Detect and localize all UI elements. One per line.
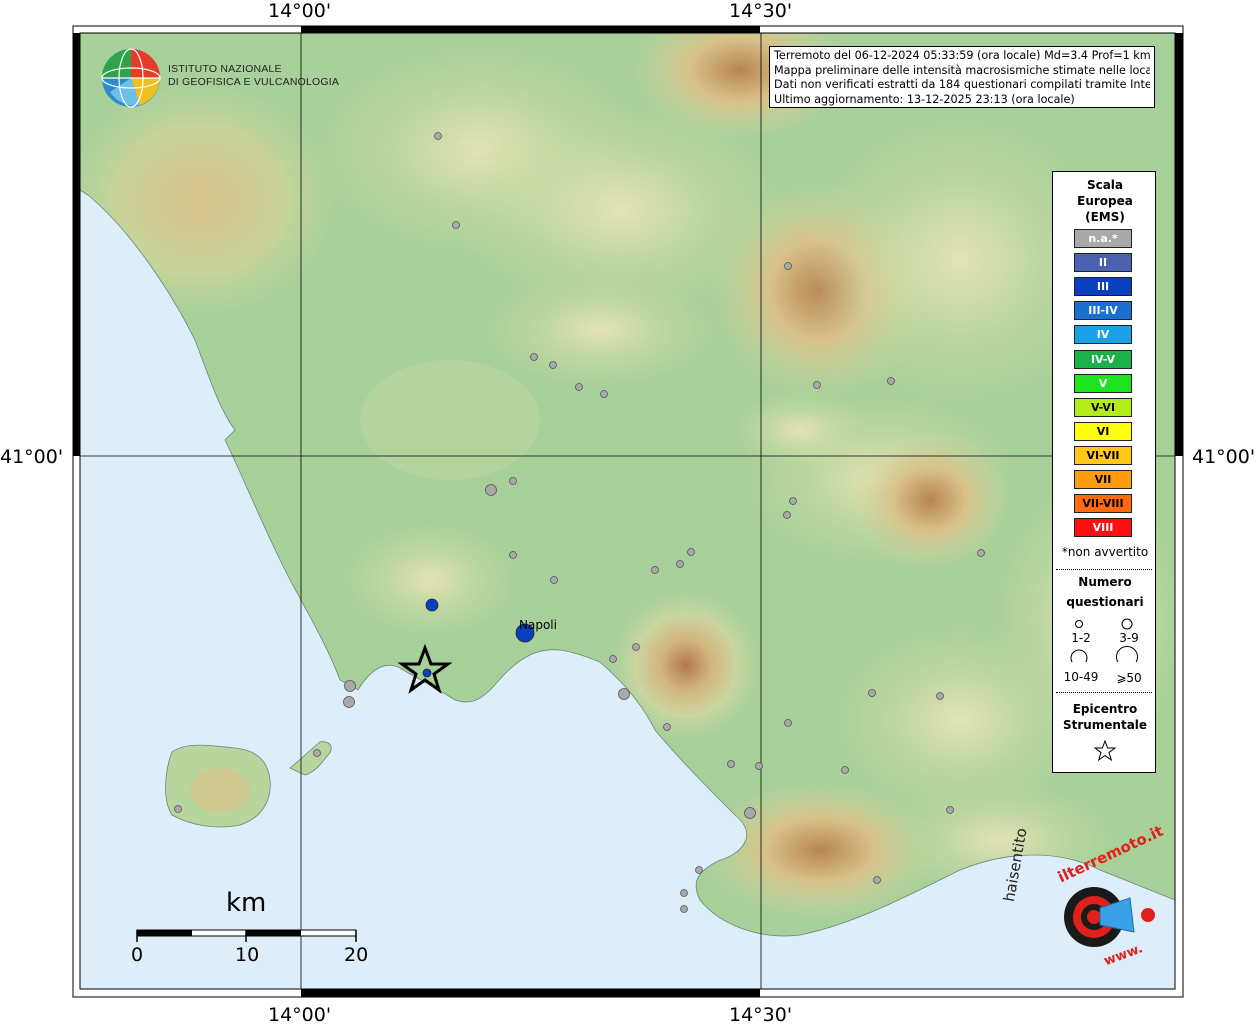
- count-label-2: 3-9: [1119, 631, 1139, 645]
- logo-line-2: DI GEOFISICA E VULCANOLOGIA: [168, 76, 340, 88]
- legend-swatch-vi: VI: [1074, 421, 1132, 441]
- ems-legend: Scala Europea (EMS) n.a.* II III III-IV IV IV…: [1052, 171, 1156, 773]
- ingv-logo-text: ISTITUTO NAZIONALE DI GEOFISICA E VULCAN…: [168, 63, 339, 89]
- lon-label-top-2: 14°30': [729, 0, 793, 22]
- legend-swatch-iii-iv: III-IV: [1074, 301, 1132, 321]
- legend-swatch-vii-viii: VII-VIII: [1074, 494, 1132, 514]
- legend-title-3: (EMS): [1085, 210, 1125, 224]
- scale-tick-0: 0: [131, 944, 144, 966]
- legend-swatch-ii: II: [1074, 253, 1132, 273]
- logo-line-1: ISTITUTO NAZIONALE: [168, 63, 282, 75]
- info-line-2: Mappa preliminare delle intensità macros…: [774, 63, 1150, 77]
- epicenter-title-1: Epicentro: [1072, 702, 1138, 716]
- lat-label-left: 41°00': [0, 446, 64, 468]
- count-label-4: ⩾50: [1116, 671, 1142, 685]
- event-info-box: Terremoto del 06-12-2024 05:33:59 (ora l…: [769, 46, 1155, 108]
- legend-swatch-iii: III: [1074, 277, 1132, 297]
- epicenter-title-2: Strumentale: [1062, 718, 1148, 732]
- legend-swatch-vii: VII: [1074, 470, 1132, 489]
- legend-title-2: Europea: [1077, 194, 1133, 208]
- legend-swatch-iv-v: IV-V: [1074, 349, 1132, 369]
- city-label-napoli: Napoli: [519, 618, 557, 632]
- scale-unit: km: [226, 888, 267, 918]
- legend-swatch-n-a-: n.a.*: [1074, 229, 1132, 248]
- lat-label-right: 41°00': [1192, 446, 1256, 468]
- info-line-3: Dati non verificati estratti da 184 ques…: [774, 78, 1150, 91]
- count-title-1: Numero: [1078, 575, 1132, 589]
- legend-swatch-v: V: [1074, 373, 1132, 393]
- lon-label-top-1: 14°00': [268, 0, 332, 22]
- legend-swatch-iv: IV: [1074, 325, 1132, 345]
- legend-swatch-v-vi: V-VI: [1074, 397, 1132, 417]
- scale-tick-20: 20: [344, 944, 369, 966]
- epicenter-legend-icon: [1094, 740, 1116, 762]
- lon-label-bottom-2: 14°30': [729, 1004, 793, 1026]
- scale-tick-10: 10: [235, 944, 260, 966]
- count-title-2: questionari: [1066, 595, 1144, 609]
- legend-swatch-viii: VIII: [1074, 518, 1132, 538]
- info-line-4: Ultimo aggiornamento: 13-12-2025 23:13 (…: [774, 92, 1075, 106]
- legend-swatch-vi-vii: VI-VII: [1074, 445, 1132, 465]
- ingv-logo-icon: [101, 48, 161, 108]
- legend-title-1: Scala: [1086, 178, 1124, 192]
- legend-not-felt: *non avvertito: [1061, 545, 1149, 559]
- lon-label-bottom-1: 14°00': [268, 1004, 332, 1026]
- info-line-1: Terremoto del 06-12-2024 05:33:59 (ora l…: [774, 49, 1150, 62]
